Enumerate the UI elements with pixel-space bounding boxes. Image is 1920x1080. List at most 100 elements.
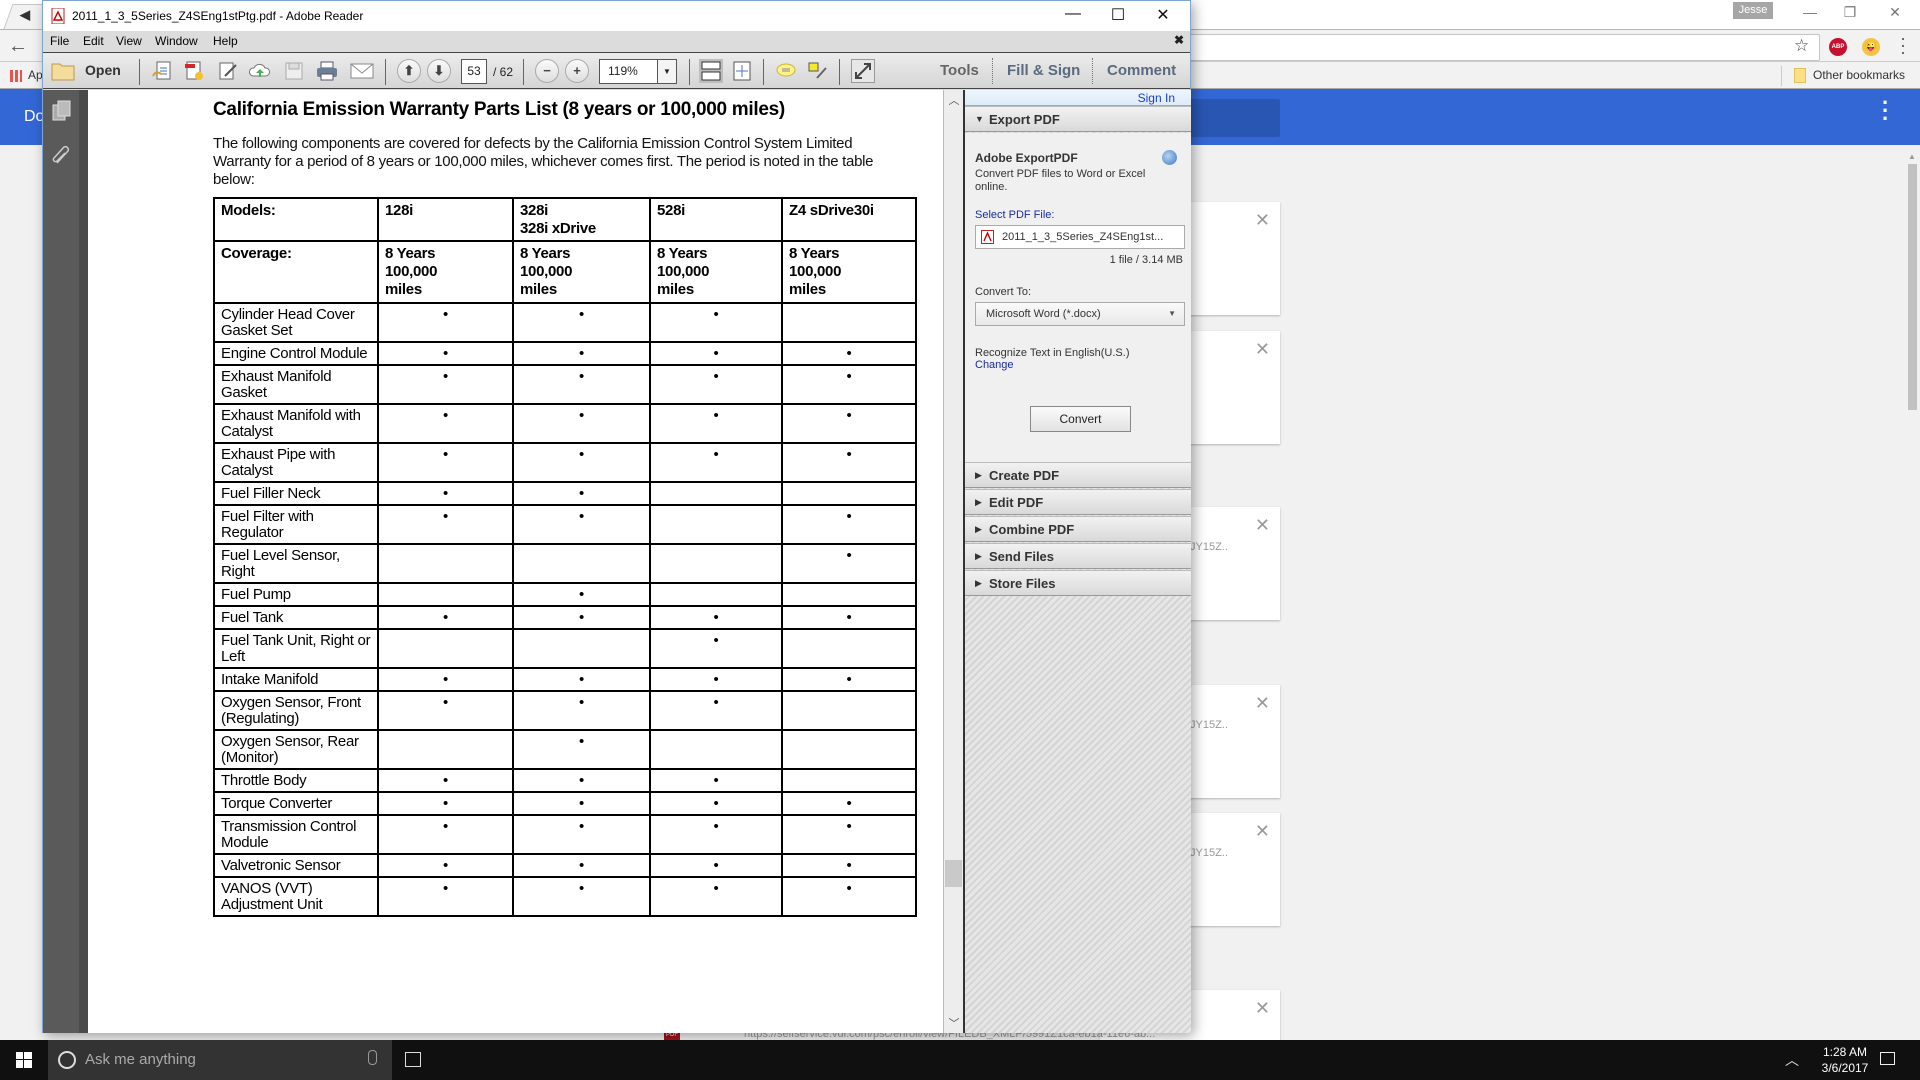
menu-view[interactable]: View <box>116 34 142 48</box>
close-icon[interactable]: ✕ <box>1885 4 1905 21</box>
task-view-icon[interactable] <box>405 1052 421 1067</box>
page-number-input[interactable]: 53 <box>461 59 487 84</box>
minimize-icon[interactable]: — <box>1053 5 1093 23</box>
scroll-up-icon[interactable]: ▲ <box>1906 152 1918 161</box>
windows-start-icon[interactable] <box>16 1052 32 1068</box>
section-combine-pdf[interactable]: ▶ Combine PDF <box>965 516 1191 542</box>
minimize-icon[interactable]: — <box>1800 4 1820 20</box>
card-close-icon[interactable]: ✕ <box>1255 515 1270 536</box>
page-scrollbar[interactable]: ▲ <box>1906 152 1918 1032</box>
previous-page-icon[interactable]: ⬆ <box>397 59 421 83</box>
coverage-mark: • <box>512 605 651 630</box>
coverage-mark: • <box>512 729 651 770</box>
page-total: / 62 <box>493 65 514 79</box>
tools-tab[interactable]: Tools <box>940 62 979 79</box>
emoji-extension-icon[interactable]: 😜 <box>1862 38 1880 56</box>
card-close-icon[interactable]: ✕ <box>1255 998 1270 1019</box>
export-pdf-section-header[interactable]: ▼ Export PDF <box>965 106 1191 132</box>
highlight-text-icon[interactable] <box>807 60 829 82</box>
menu-window[interactable]: Window <box>155 34 198 48</box>
zoom-level-input[interactable]: 119% <box>599 59 658 84</box>
web-app-menu-icon[interactable]: · · · <box>1882 92 1889 130</box>
table-row: Exhaust Manifold Gasket • • • • <box>213 364 917 405</box>
table-row: Intake Manifold • • • • <box>213 667 917 692</box>
selected-file-field[interactable]: 2011_1_3_5Series_Z4SEng1st... <box>975 225 1185 249</box>
address-bar[interactable] <box>1180 34 1820 61</box>
profile-button[interactable]: Jesse <box>1733 2 1773 19</box>
card-close-icon[interactable]: ✕ <box>1255 693 1270 714</box>
email-icon[interactable] <box>349 60 375 82</box>
next-page-icon[interactable]: ⬇ <box>427 59 451 83</box>
zoom-dropdown-icon[interactable]: ▼ <box>657 59 677 84</box>
search-placeholder: Ask me anything <box>85 1051 196 1068</box>
apps-label[interactable]: Ap <box>28 68 43 82</box>
menu-edit[interactable]: Edit <box>83 34 104 48</box>
adobe-reader-window: 2011_1_3_5Series_Z4SEng1stPtg.pdf - Adob… <box>42 0 1191 1033</box>
cortana-search-box[interactable]: Ask me anything <box>48 1040 392 1080</box>
action-center-icon[interactable] <box>1880 1052 1895 1065</box>
open-button[interactable]: Open <box>85 62 121 78</box>
document-scrollbar[interactable]: ︿ ﹀ <box>943 90 963 1033</box>
restore-icon[interactable]: ❐ <box>1840 4 1860 21</box>
close-document-icon[interactable]: ✖ <box>1174 33 1184 47</box>
close-icon[interactable]: ✕ <box>1143 5 1183 25</box>
sticky-note-icon[interactable] <box>775 60 797 82</box>
sign-in-link[interactable]: Sign In <box>1138 91 1175 105</box>
part-name: Cylinder Head Cover Gasket Set <box>213 302 379 343</box>
file-size-info: 1 file / 3.14 MB <box>1109 254 1183 266</box>
table-row: Oxygen Sensor, Front (Regulating) • • • <box>213 690 917 731</box>
card-id: JY15Z.. <box>1190 719 1228 731</box>
microphone-icon[interactable] <box>368 1050 377 1065</box>
comment-tab[interactable]: Comment <box>1107 62 1176 79</box>
export-pdf-icon[interactable] <box>183 60 205 82</box>
bookmark-star-icon[interactable]: ☆ <box>1794 36 1809 56</box>
other-bookmarks[interactable]: Other bookmarks <box>1813 68 1905 82</box>
back-arrow-icon[interactable]: ← <box>8 35 28 58</box>
section-send-files[interactable]: ▶ Send Files <box>965 543 1191 569</box>
save-icon[interactable] <box>283 60 305 82</box>
adblock-plus-icon[interactable]: ABP <box>1829 38 1847 56</box>
coverage-mark: • <box>512 768 651 793</box>
show-hidden-icons-icon[interactable]: ︿ <box>1785 1050 1799 1070</box>
page-thumbnails-icon[interactable] <box>51 100 73 122</box>
scroll-down-icon[interactable]: ﹀ <box>944 1015 964 1031</box>
change-language-link[interactable]: Change <box>975 359 1014 371</box>
chrome-menu-icon[interactable]: · · · <box>1900 29 1906 61</box>
section-edit-pdf[interactable]: ▶ Edit PDF <box>965 489 1191 515</box>
zoom-out-icon[interactable]: − <box>535 59 559 83</box>
zoom-in-icon[interactable]: + <box>565 59 589 83</box>
window-title: 2011_1_3_5Series_Z4SEng1stPtg.pdf - Adob… <box>72 9 364 23</box>
menu-help[interactable]: Help <box>213 34 238 48</box>
scrollbar-thumb[interactable] <box>945 860 962 887</box>
convert-format-select[interactable]: Microsoft Word (*.docx) ▼ <box>975 302 1185 326</box>
card-close-icon[interactable]: ✕ <box>1255 339 1270 360</box>
edit-pdf-icon[interactable] <box>217 60 239 82</box>
menu-file[interactable]: File <box>50 34 69 48</box>
full-screen-icon[interactable] <box>851 59 875 83</box>
system-clock[interactable]: 1:28 AM 3/6/2017 <box>1810 1044 1880 1076</box>
convert-button[interactable]: Convert <box>1030 406 1131 432</box>
open-folder-icon[interactable] <box>51 60 77 82</box>
section-store-files[interactable]: ▶ Store Files <box>965 570 1191 596</box>
print-icon[interactable] <box>315 60 339 82</box>
coverage-empty <box>781 302 917 343</box>
card-close-icon[interactable]: ✕ <box>1255 821 1270 842</box>
fit-width-icon[interactable] <box>699 59 723 83</box>
coverage-mark: • <box>377 690 514 731</box>
scroll-up-icon[interactable]: ︿ <box>944 92 964 108</box>
fill-sign-tab[interactable]: Fill & Sign <box>1007 62 1080 79</box>
toolbar-divider <box>992 58 993 84</box>
cloud-upload-icon[interactable] <box>249 60 271 82</box>
coverage-empty <box>781 582 917 607</box>
coverage-mark: • <box>781 876 917 917</box>
fit-page-icon[interactable] <box>731 60 753 82</box>
collapsed-triangle-icon: ▶ <box>975 551 982 561</box>
section-create-pdf[interactable]: ▶ Create PDF <box>965 462 1191 488</box>
card-close-icon[interactable]: ✕ <box>1255 210 1270 231</box>
apps-grid-icon[interactable] <box>10 70 22 82</box>
create-pdf-icon[interactable] <box>151 60 173 82</box>
attachments-paperclip-icon[interactable] <box>51 145 73 167</box>
scrollbar-thumb[interactable] <box>1908 164 1917 410</box>
pdf-file-icon <box>981 230 994 244</box>
maximize-icon[interactable]: ☐ <box>1098 5 1138 25</box>
